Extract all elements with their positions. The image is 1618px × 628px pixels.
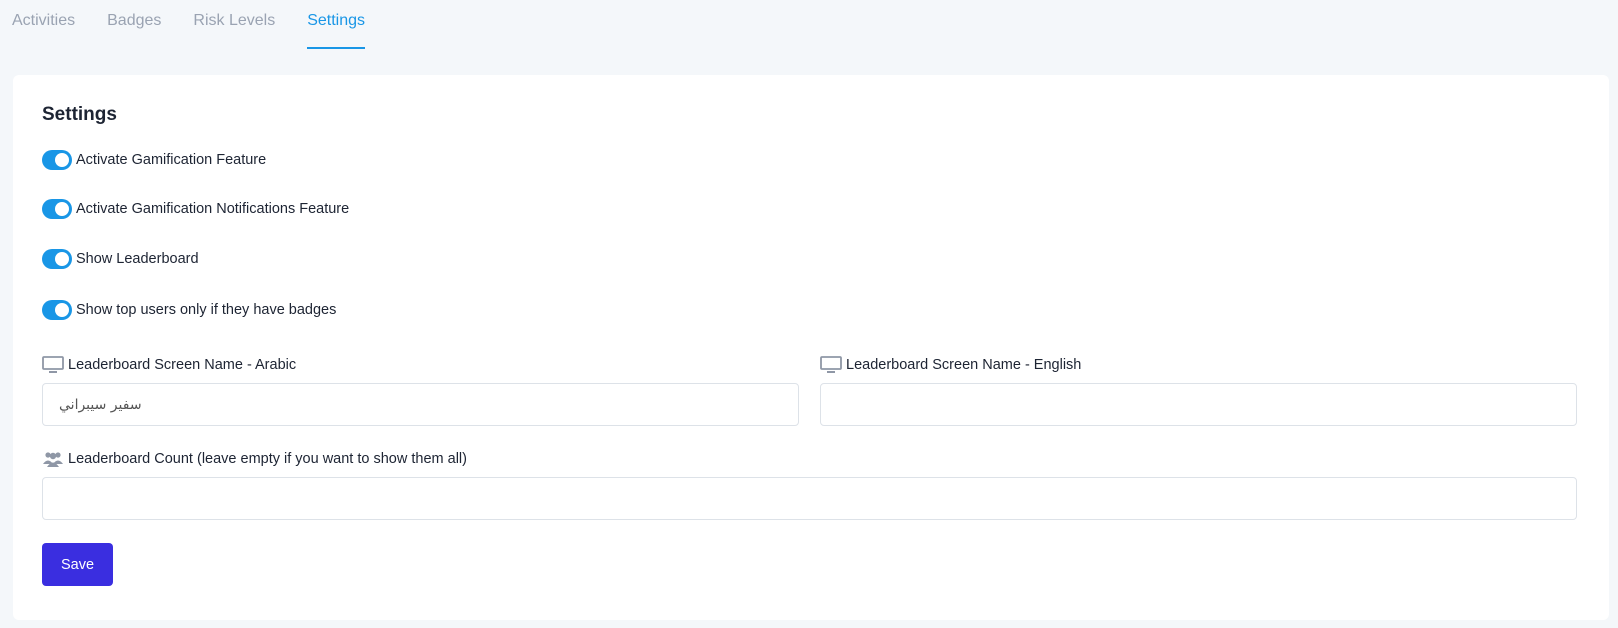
leaderboard-count-label-text: Leaderboard Count (leave empty if you wa… [68, 451, 467, 467]
toggle-row-notifications: Activate Gamification Notifications Feat… [42, 199, 349, 219]
toggle-label: Show top users only if they have badges [76, 302, 337, 318]
toggle-row-top-users: Show top users only if they have badges [42, 300, 336, 320]
users-icon [42, 449, 64, 469]
arabic-name-label-text: Leaderboard Screen Name - Arabic [68, 357, 297, 373]
toggle-label: Show Leaderboard [76, 251, 199, 267]
arabic-name-label: Leaderboard Screen Name - Arabic [42, 355, 296, 375]
save-button[interactable]: Save [42, 543, 113, 586]
toggle-knob [55, 153, 69, 167]
english-name-label: Leaderboard Screen Name - English [820, 355, 1081, 375]
tab-badges[interactable]: Badges [107, 0, 161, 49]
toggle-label: Activate Gamification Feature [76, 152, 267, 168]
tab-activities[interactable]: Activities [12, 0, 75, 49]
arabic-name-input[interactable] [42, 383, 799, 426]
leaderboard-count-label: Leaderboard Count (leave empty if you wa… [42, 449, 467, 469]
settings-title: Settings [42, 104, 117, 125]
settings-card: Settings Activate Gamification Feature A… [13, 75, 1609, 620]
toggle-knob [55, 303, 69, 317]
toggle-row-gamification: Activate Gamification Feature [42, 150, 266, 170]
toggle-knob [55, 252, 69, 266]
english-name-label-text: Leaderboard Screen Name - English [846, 357, 1082, 373]
leaderboard-toggle[interactable] [42, 249, 72, 269]
monitor-icon [42, 355, 64, 375]
tab-settings[interactable]: Settings [307, 0, 366, 49]
tab-bar: Activities Badges Risk Levels Settings [12, 0, 366, 50]
gamification-toggle[interactable] [42, 150, 72, 170]
toggle-knob [55, 202, 69, 216]
tab-risk-levels[interactable]: Risk Levels [193, 0, 275, 49]
toggle-row-leaderboard: Show Leaderboard [42, 249, 199, 269]
monitor-icon [820, 355, 842, 375]
notifications-toggle[interactable] [42, 199, 72, 219]
leaderboard-count-input[interactable] [42, 477, 1577, 520]
english-name-input[interactable] [820, 383, 1577, 426]
top-users-badges-toggle[interactable] [42, 300, 72, 320]
toggle-label: Activate Gamification Notifications Feat… [76, 201, 350, 217]
